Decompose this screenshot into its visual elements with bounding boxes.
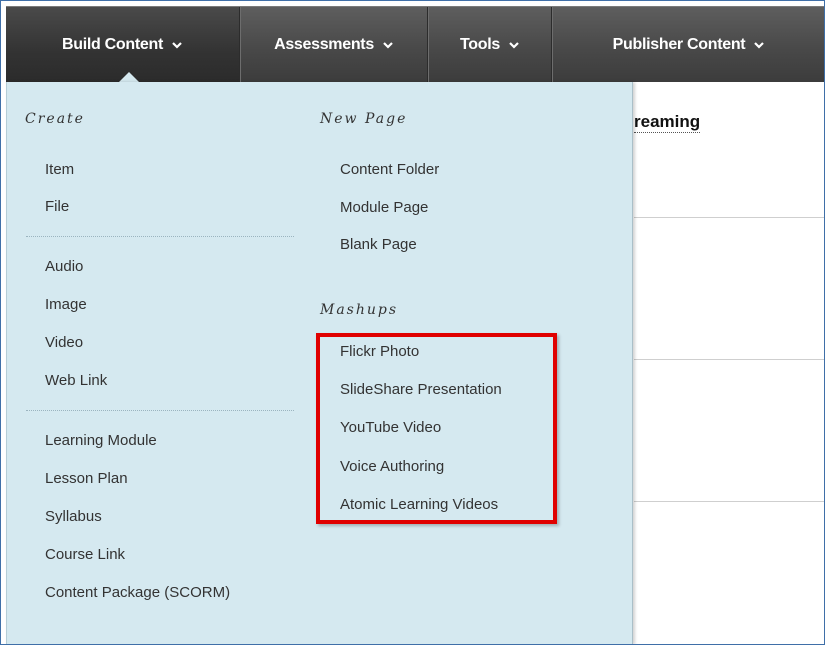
menu-item-slideshare-presentation[interactable]: SlideShare Presentation [340,381,502,399]
content-toolbar: Build Content Assessments Tools Publishe… [6,6,825,83]
menu-item-lesson-plan[interactable]: Lesson Plan [45,470,128,488]
menu-item-blank-page[interactable]: Blank Page [340,236,417,254]
menu-item-module-page[interactable]: Module Page [340,199,428,217]
chevron-down-icon [382,39,394,51]
chevron-down-icon [171,39,183,51]
content-divider [634,359,825,360]
section-title-mashups: Mashups [320,302,399,318]
tab-assessments[interactable]: Assessments [240,7,428,82]
tab-label: Build Content [62,35,163,53]
chevron-down-icon [508,39,520,51]
content-divider [634,501,825,502]
content-item-title[interactable]: reaming [634,112,701,133]
menu-item-atomic-learning-videos[interactable]: Atomic Learning Videos [340,496,498,514]
tab-build-content[interactable]: Build Content [6,7,240,83]
tab-tools[interactable]: Tools [428,7,552,82]
menu-item-file[interactable]: File [45,198,69,216]
tab-label: Tools [460,35,500,53]
menu-item-video[interactable]: Video [45,334,83,352]
menu-item-course-link[interactable]: Course Link [45,546,125,564]
menu-item-voice-authoring[interactable]: Voice Authoring [340,458,444,476]
build-content-menu: Create Item File Audio Image Video Web L… [6,82,633,645]
menu-item-web-link[interactable]: Web Link [45,372,107,390]
tab-label: Publisher Content [612,35,746,53]
menu-item-youtube-video[interactable]: YouTube Video [340,419,441,437]
tab-label: Assessments [274,35,374,53]
menu-item-audio[interactable]: Audio [45,258,83,276]
section-title-create: Create [25,111,85,127]
chevron-down-icon [753,39,765,51]
menu-item-content-package[interactable]: Content Package (SCORM) [45,584,230,602]
tab-publisher-content[interactable]: Publisher Content [552,7,825,82]
menu-item-flickr-photo[interactable]: Flickr Photo [340,343,419,361]
menu-item-syllabus[interactable]: Syllabus [45,508,102,526]
section-title-new-page: New Page [320,111,408,127]
content-divider [634,217,825,218]
menu-divider [26,410,294,411]
menu-item-item[interactable]: Item [45,161,74,179]
menu-divider [26,236,294,237]
menu-item-learning-module[interactable]: Learning Module [45,432,157,450]
menu-item-image[interactable]: Image [45,296,87,314]
menu-item-content-folder[interactable]: Content Folder [340,161,439,179]
